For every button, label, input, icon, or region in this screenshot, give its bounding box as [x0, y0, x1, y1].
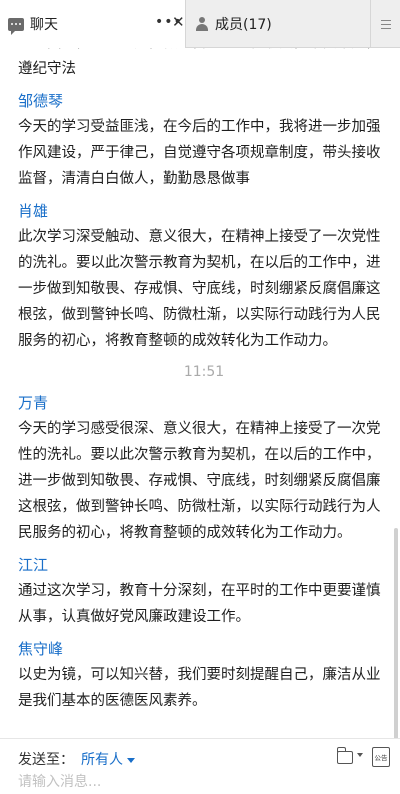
tab-chat-label: 聊天: [30, 17, 58, 33]
composer: 发送至： 所有人 公告: [0, 738, 400, 794]
message-sender[interactable]: 肖雄: [18, 198, 390, 224]
send-to-label: 发送至：: [18, 752, 74, 768]
message-text: 今天的学习受益匪浅，在今后的工作中，我将进一步加强作风建设，严于律己，自觉遵守各…: [18, 119, 381, 187]
recipient-select[interactable]: 所有人: [81, 749, 135, 769]
message-text: 忠于国家，忠于人民，做好自己的岗位职责，不贪不腐，遵纪守法: [18, 48, 381, 77]
chat-bubble-icon: [8, 17, 24, 35]
tab-bar: 聊天 ••• ✕ 成员(17): [0, 0, 400, 48]
message-sender[interactable]: 邹德琴: [18, 88, 390, 114]
message-input[interactable]: [18, 771, 378, 793]
message-text: 今天的学习感受很深、意义很大，在精神上接受了一次党性的洗礼。要以此次警示教育为契…: [18, 421, 381, 541]
message-list[interactable]: 忠于国家，忠于人民，做好自己的岗位职责，不贪不腐，遵纪守法 邹德琴 今天的学习受…: [0, 48, 400, 738]
message-text: 通过这次学习，教育十分深刻，在平时的工作中更要谨慎从事，认真做好党风廉政建设工作…: [18, 583, 381, 625]
person-icon: [195, 17, 209, 31]
menu-icon[interactable]: [370, 0, 400, 48]
message-timestamp: 11:51: [183, 364, 225, 380]
chevron-down-icon: [127, 757, 135, 763]
message-text: 此次学习深受触动、意义很大，在精神上接受了一次党性的洗礼。要以此次警示教育为契机…: [18, 229, 381, 349]
message-sender[interactable]: 焦守峰: [18, 636, 390, 662]
message-sender[interactable]: 江江: [18, 552, 390, 578]
close-icon[interactable]: ✕: [172, 13, 185, 31]
tab-chat[interactable]: 聊天 ••• ✕: [0, 0, 186, 48]
tab-members[interactable]: 成员(17): [187, 0, 369, 48]
tab-members-label: 成员(17): [215, 17, 272, 33]
folder-icon[interactable]: [336, 747, 353, 764]
recipient-label: 所有人: [81, 752, 123, 768]
message-sender[interactable]: 万青: [18, 390, 390, 416]
notice-icon[interactable]: 公告: [372, 747, 390, 767]
chevron-down-icon[interactable]: [357, 753, 363, 757]
scrollbar[interactable]: [394, 528, 398, 738]
message-text: 以史为镜，可以知兴替，我们要时刻提醒自己，廉洁从业是我们基本的医德医风素养。: [18, 667, 381, 709]
